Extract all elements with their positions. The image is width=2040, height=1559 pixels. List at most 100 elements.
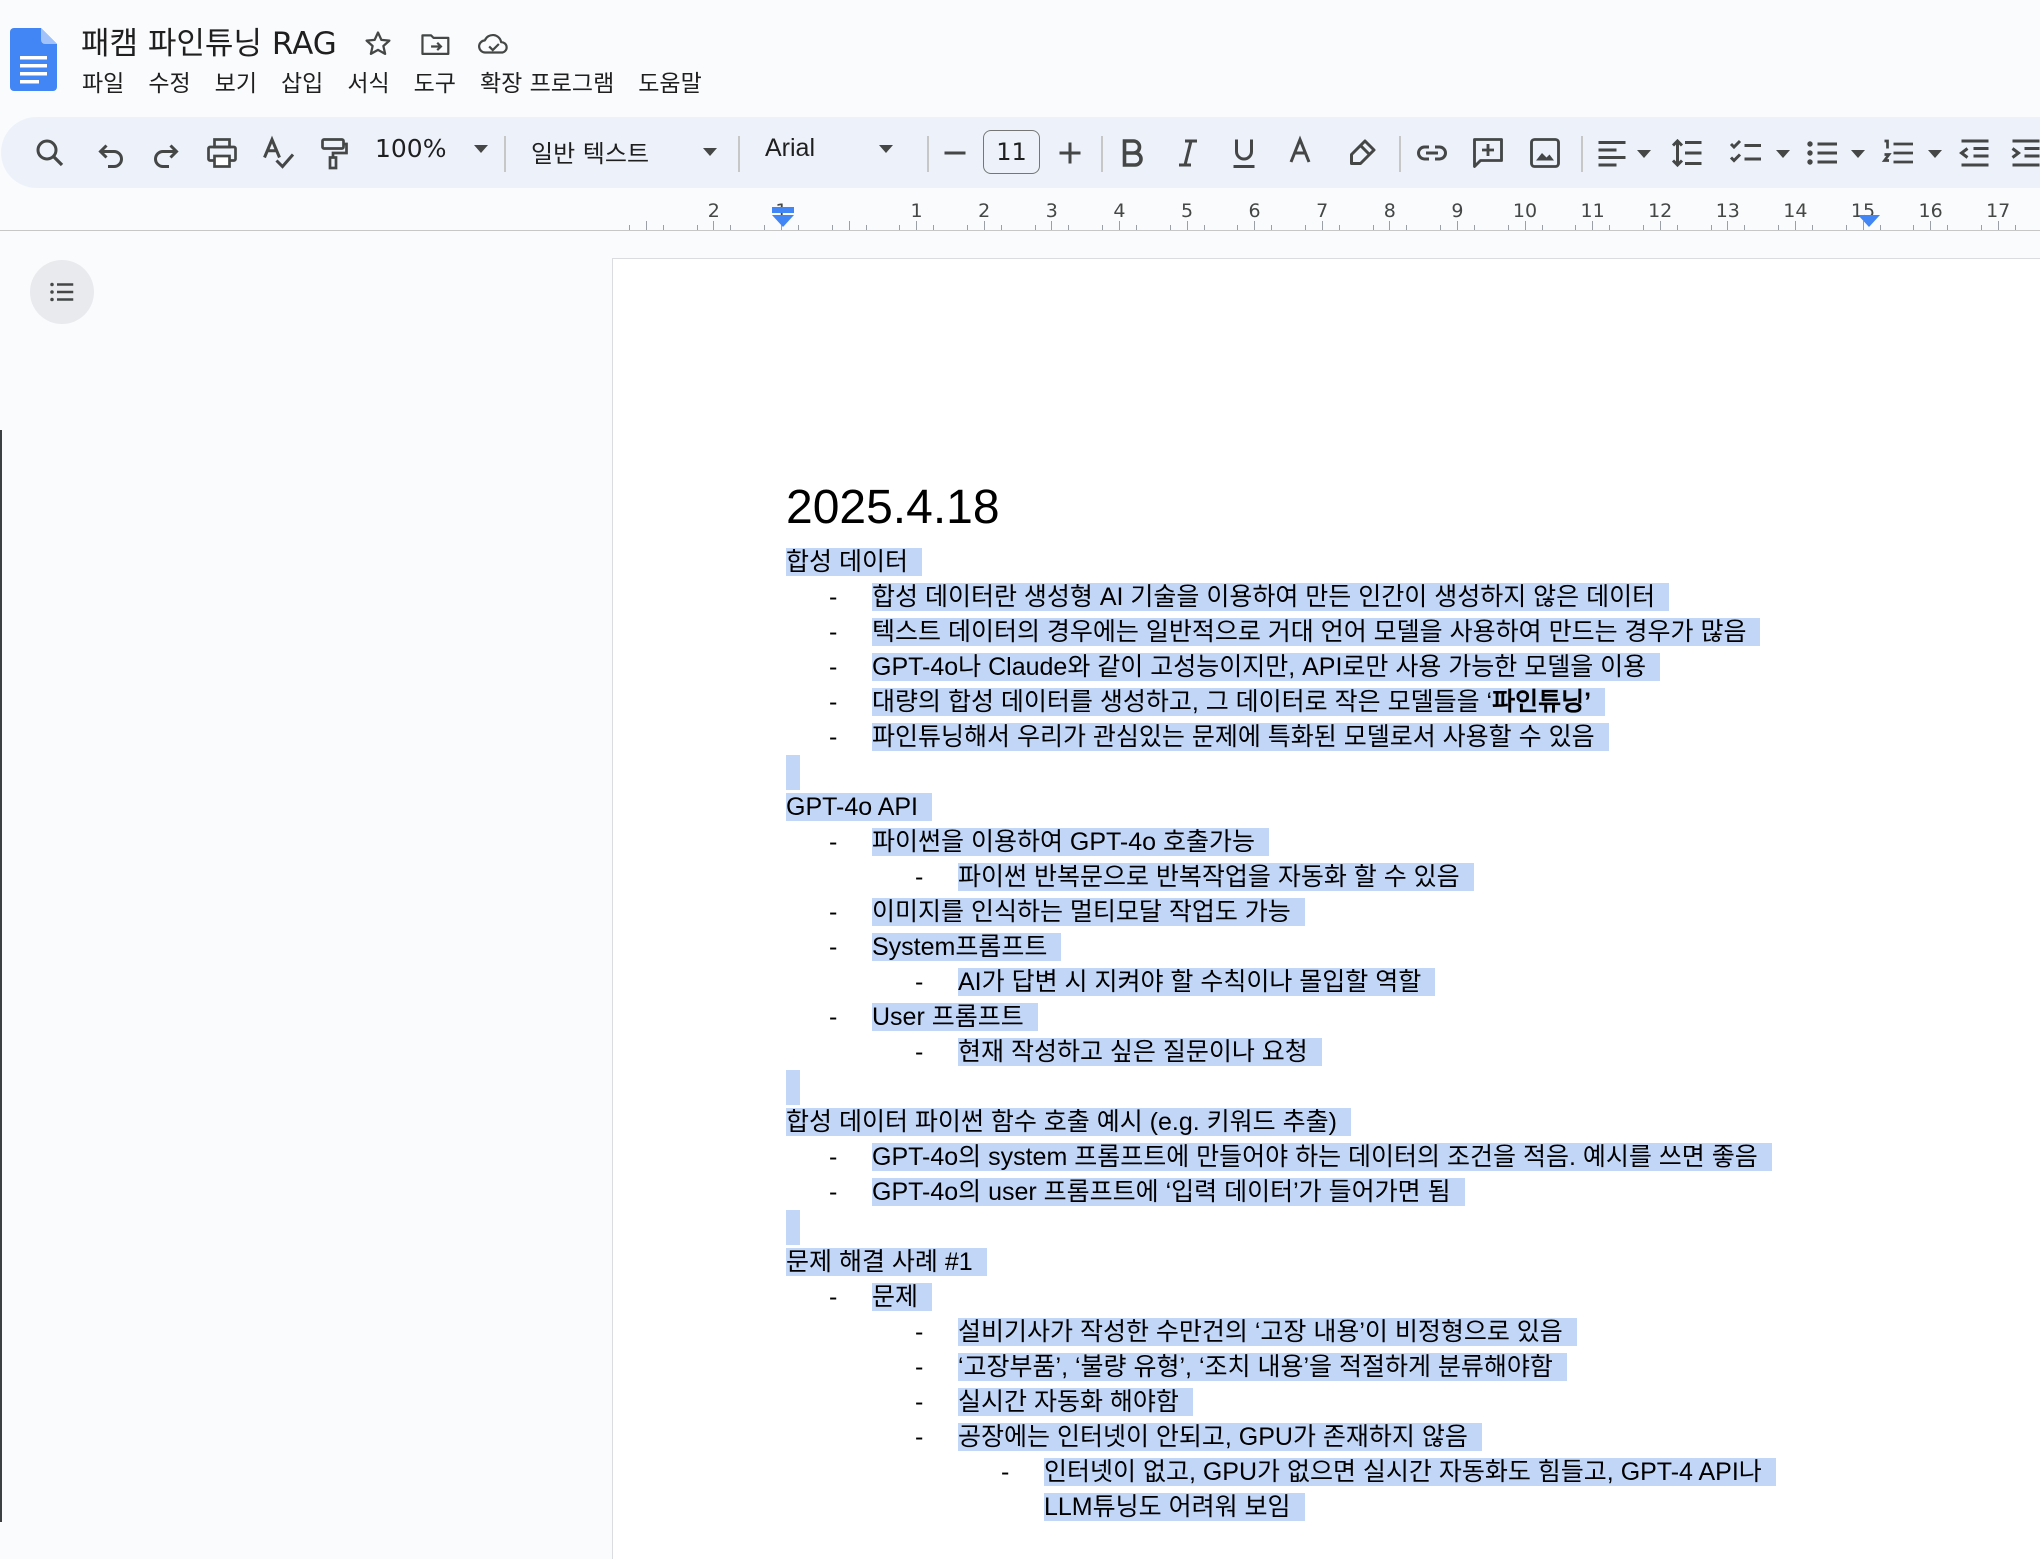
blank-line[interactable]	[786, 1210, 1786, 1245]
toolbar: 100% 일반 텍스트 Arial 11	[1, 117, 2040, 188]
undo-icon[interactable]	[84, 126, 138, 180]
list-bullet: -	[829, 583, 838, 611]
selected-text: AI가 답변 시 지켜야 할 수칙이나 몰입할 역할	[958, 968, 1436, 996]
google-docs-logo-icon[interactable]	[10, 28, 57, 91]
align-icon[interactable]	[1585, 126, 1639, 180]
menu-extensions[interactable]: 확장 프로그램	[468, 62, 626, 100]
list-bullet: -	[829, 1143, 838, 1171]
checklist-icon[interactable]	[1719, 126, 1773, 180]
increase-indent-icon[interactable]	[1999, 126, 2040, 180]
list-item[interactable]: - GPT-4o의 system 프롬프트에 만들어야 하는 데이터의 조건을 적…	[786, 1140, 1786, 1175]
ruler-number: 1	[910, 200, 923, 222]
menu-tools[interactable]: 도구	[402, 62, 468, 100]
menu-file[interactable]: 파일	[70, 62, 136, 100]
font-size-input[interactable]: 11	[983, 130, 1040, 174]
list-item[interactable]: - 공장에는 인터넷이 안되고, GPU가 존재하지 않음	[786, 1420, 1786, 1455]
ruler-tick	[1254, 221, 1256, 230]
section-heading[interactable]: 합성 데이터	[786, 545, 1786, 580]
chevron-down-icon	[703, 147, 718, 156]
list-bullet: -	[829, 653, 838, 681]
line-spacing-icon[interactable]	[1661, 126, 1715, 180]
list-item[interactable]: - GPT-4o의 user 프롬프트에 ‘입력 데이터’가 들어가면 됨	[786, 1175, 1786, 1210]
list-item[interactable]: - 인터넷이 없고, GPU가 없으면 실시간 자동화도 힘들고, GPT-4 A…	[786, 1455, 1786, 1490]
chevron-down-icon[interactable]	[1776, 150, 1790, 158]
list-item[interactable]: - User 프롬프트	[786, 1000, 1786, 1035]
chevron-down-icon[interactable]	[1637, 150, 1651, 158]
underline-icon[interactable]	[1217, 126, 1271, 180]
move-folder-icon[interactable]	[416, 24, 456, 64]
section-heading[interactable]: GPT-4o API	[786, 790, 1786, 825]
list-item[interactable]: - 이미지를 인식하는 멀티모달 작업도 가능	[786, 895, 1786, 930]
blank-line[interactable]	[786, 755, 1786, 790]
list-item[interactable]: - 파이썬을 이용하여 GPT-4o 호출가능	[786, 825, 1786, 860]
ruler-number: 11	[1580, 200, 1605, 222]
list-item[interactable]: - ‘고장부품’, ‘불량 유형’, ‘조치 내용’을 적절하게 분류해야함	[786, 1350, 1786, 1385]
list-item[interactable]: - AI가 답변 시 지켜야 할 수칙이나 몰입할 역할	[786, 965, 1786, 1000]
chevron-down-icon[interactable]	[1928, 150, 1942, 158]
section-heading[interactable]: 합성 데이터 파이썬 함수 호출 예시 (e.g. 키워드 추출)	[786, 1105, 1786, 1140]
ruler-number: 2	[978, 200, 991, 222]
paragraph-style-select[interactable]: 일반 텍스트	[531, 134, 718, 169]
bulleted-list-icon[interactable]	[1795, 126, 1849, 180]
list-item[interactable]: - GPT-4o나 Claude와 같이 고성능이지만, API로만 사용 가능한…	[786, 650, 1786, 685]
document-title[interactable]: 패캠 파인튜닝 RAG	[81, 18, 337, 63]
line-text: 설비기사가 작성한 수만건의 ‘고장 내용’이 비정형으로 있음	[958, 1318, 1563, 1346]
selected-text: LLM튜닝도 어려워 보임	[1044, 1493, 1305, 1521]
list-item[interactable]: - 문제	[786, 1280, 1786, 1315]
menu-insert[interactable]: 삽입	[269, 62, 335, 100]
document-heading: 2025.4.18	[786, 481, 1000, 534]
list-item[interactable]: - 대량의 합성 데이터를 생성하고, 그 데이터로 작은 모델들을 ‘파인튜닝’	[786, 685, 1786, 720]
ruler-tick	[983, 221, 985, 230]
ruler-tick	[1321, 221, 1323, 230]
blank-line[interactable]	[786, 1070, 1786, 1105]
numbered-list-icon[interactable]	[1871, 126, 1925, 180]
redo-icon[interactable]	[139, 126, 193, 180]
left-indent-marker[interactable]	[771, 206, 795, 228]
font-select[interactable]: Arial	[765, 134, 894, 163]
ruler-number: 7	[1316, 200, 1329, 222]
list-item[interactable]: - 텍스트 데이터의 경우에는 일반적으로 거대 언어 모델을 사용하여 만드는 …	[786, 615, 1786, 650]
italic-icon[interactable]	[1161, 126, 1215, 180]
section-heading[interactable]: 문제 해결 사례 #1	[786, 1245, 1786, 1280]
list-item[interactable]: - 실시간 자동화 해야함	[786, 1385, 1786, 1420]
list-item[interactable]: - System프롬프트	[786, 930, 1786, 965]
text-color-icon[interactable]	[1273, 126, 1327, 180]
ruler-tick	[916, 221, 918, 230]
menu-format[interactable]: 서식	[335, 62, 401, 100]
star-icon[interactable]	[358, 24, 398, 64]
highlight-icon[interactable]	[1335, 126, 1389, 180]
list-item[interactable]: - 현재 작성하고 싶은 질문이나 요청	[786, 1035, 1786, 1070]
bold-icon[interactable]	[1105, 126, 1159, 180]
right-indent-marker[interactable]	[1857, 206, 1881, 228]
insert-image-icon[interactable]	[1518, 126, 1572, 180]
zoom-select[interactable]: 100%	[375, 134, 489, 163]
ruler-baseline	[0, 230, 2040, 231]
search-icon[interactable]	[23, 126, 77, 180]
list-item[interactable]: - 파인튜닝해서 우리가 관심있는 문제에 특화된 모델로서 사용할 수 있음	[786, 720, 1786, 755]
increase-font-size-icon[interactable]	[1043, 126, 1097, 180]
decrease-font-size-icon[interactable]	[928, 126, 982, 180]
list-item[interactable]: - 설비기사가 작성한 수만건의 ‘고장 내용’이 비정형으로 있음	[786, 1315, 1786, 1350]
selected-text: 합성 데이터	[786, 548, 922, 576]
decrease-indent-icon[interactable]	[1948, 126, 2002, 180]
paint-format-icon[interactable]	[306, 126, 360, 180]
line-text: LLM튜닝도 어려워 보임	[1044, 1493, 1291, 1521]
list-item[interactable]: - 합성 데이터란 생성형 AI 기술을 이용하여 만든 인간이 생성하지 않은 …	[786, 580, 1786, 615]
list-item[interactable]: - 파이썬 반복문으로 반복작업을 자동화 할 수 있음	[786, 860, 1786, 895]
horizontal-ruler[interactable]: 21123456789101112131415161718	[612, 200, 2040, 230]
chevron-down-icon[interactable]	[1851, 150, 1865, 158]
link-icon[interactable]	[1405, 126, 1459, 180]
document-body[interactable]: 2025.4.18 합성 데이터 - 합성 데이터란 생성형 AI 기술을 이용하여…	[786, 473, 1786, 1525]
ruler-tick	[1930, 221, 1932, 230]
menu-help[interactable]: 도움말	[626, 62, 713, 100]
selected-text: 파이썬 반복문으로 반복작업을 자동화 할 수 있음	[958, 863, 1474, 891]
ruler-tick	[1457, 221, 1458, 230]
spellcheck-icon[interactable]	[251, 126, 305, 180]
add-comment-icon[interactable]	[1461, 126, 1515, 180]
menu-edit[interactable]: 수정	[136, 62, 202, 100]
print-icon[interactable]	[195, 126, 249, 180]
menu-view[interactable]: 보기	[203, 62, 269, 100]
list-item[interactable]: LLM튜닝도 어려워 보임	[786, 1490, 1786, 1525]
document-outline-button[interactable]	[30, 260, 94, 324]
cloud-saved-icon[interactable]	[474, 24, 514, 64]
